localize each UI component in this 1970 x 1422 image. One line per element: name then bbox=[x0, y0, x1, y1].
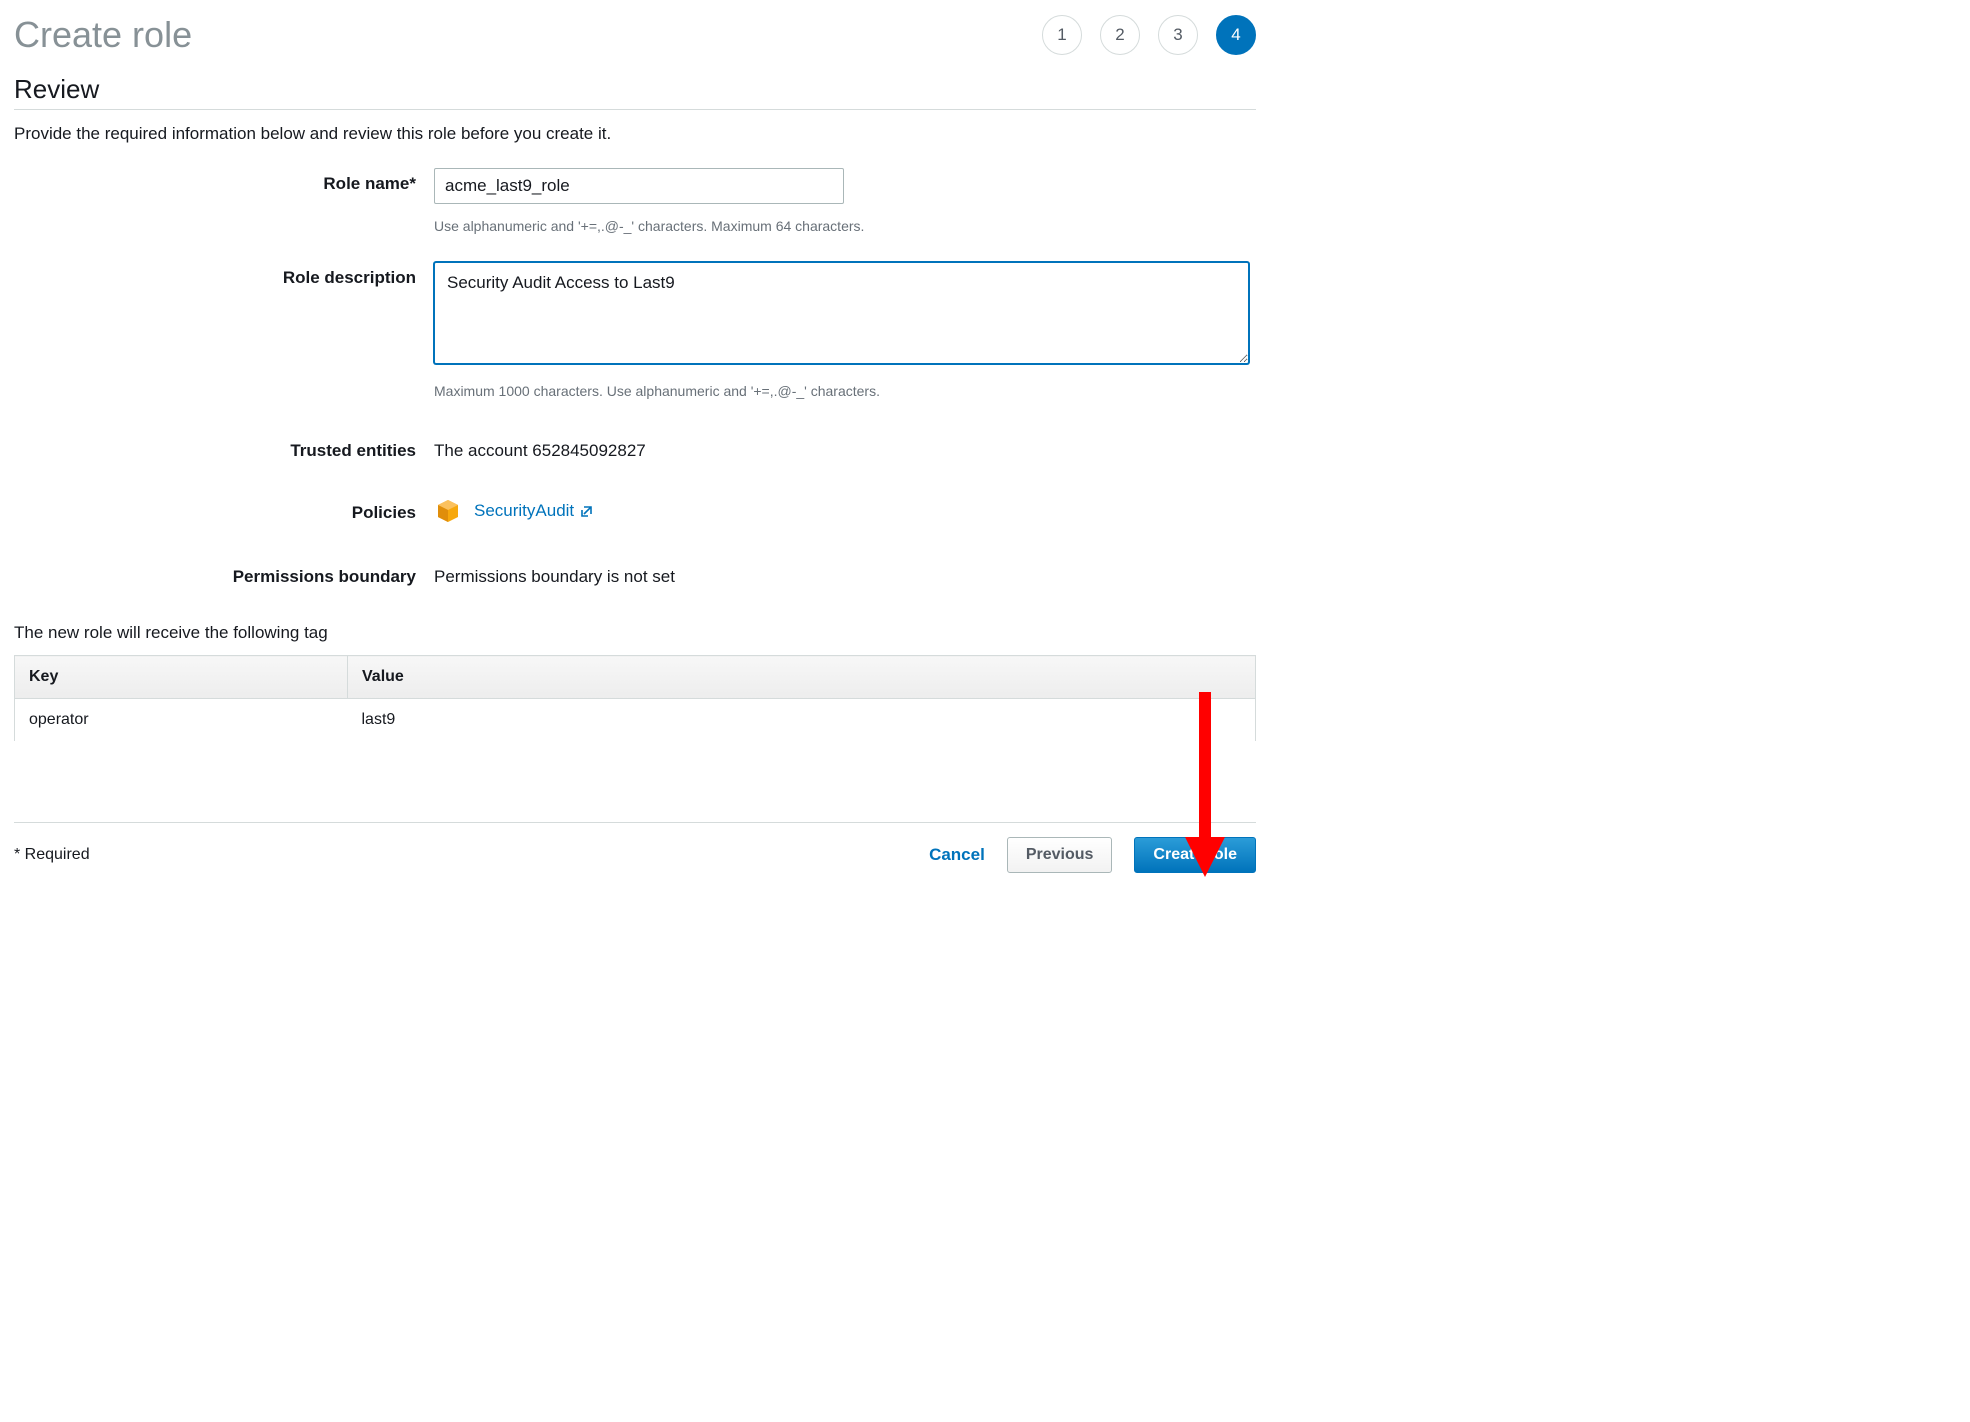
step-2[interactable]: 2 bbox=[1100, 15, 1140, 55]
previous-button[interactable]: Previous bbox=[1007, 837, 1113, 873]
policies-label: Policies bbox=[14, 497, 434, 525]
trusted-entities-value: The account 652845092827 bbox=[434, 435, 1256, 461]
policy-link-text: SecurityAudit bbox=[474, 501, 574, 521]
create-role-button[interactable]: Create role bbox=[1134, 837, 1256, 873]
cancel-button[interactable]: Cancel bbox=[929, 845, 985, 865]
trusted-entities-label: Trusted entities bbox=[14, 435, 434, 461]
role-description-label: Role description bbox=[14, 262, 434, 399]
page-title: Create role bbox=[14, 14, 192, 56]
step-1[interactable]: 1 bbox=[1042, 15, 1082, 55]
role-description-input[interactable] bbox=[434, 262, 1249, 364]
tags-heading: The new role will receive the following … bbox=[14, 623, 1256, 643]
permissions-boundary-label: Permissions boundary bbox=[14, 561, 434, 587]
external-link-icon bbox=[580, 504, 594, 518]
tag-key-cell: operator bbox=[15, 699, 348, 742]
role-name-input[interactable] bbox=[434, 168, 844, 204]
tags-col-key: Key bbox=[15, 656, 348, 699]
tags-table: Key Value operator last9 bbox=[14, 655, 1256, 742]
policy-link[interactable]: SecurityAudit bbox=[474, 501, 594, 521]
subtitle: Provide the required information below a… bbox=[14, 124, 1256, 144]
tag-value-cell: last9 bbox=[348, 699, 1256, 742]
section-title: Review bbox=[14, 74, 1256, 110]
required-note: * Required bbox=[14, 846, 90, 864]
role-name-hint: Use alphanumeric and '+=,.@-_' character… bbox=[434, 218, 1256, 234]
tags-col-value: Value bbox=[348, 656, 1256, 699]
wizard-steps: 1 2 3 4 bbox=[1042, 15, 1256, 55]
policy-cube-icon bbox=[434, 497, 462, 525]
role-name-label: Role name* bbox=[14, 168, 434, 234]
role-description-hint: Maximum 1000 characters. Use alphanumeri… bbox=[434, 383, 1256, 399]
step-4[interactable]: 4 bbox=[1216, 15, 1256, 55]
table-row: operator last9 bbox=[15, 699, 1256, 742]
step-3[interactable]: 3 bbox=[1158, 15, 1198, 55]
permissions-boundary-value: Permissions boundary is not set bbox=[434, 561, 1256, 587]
